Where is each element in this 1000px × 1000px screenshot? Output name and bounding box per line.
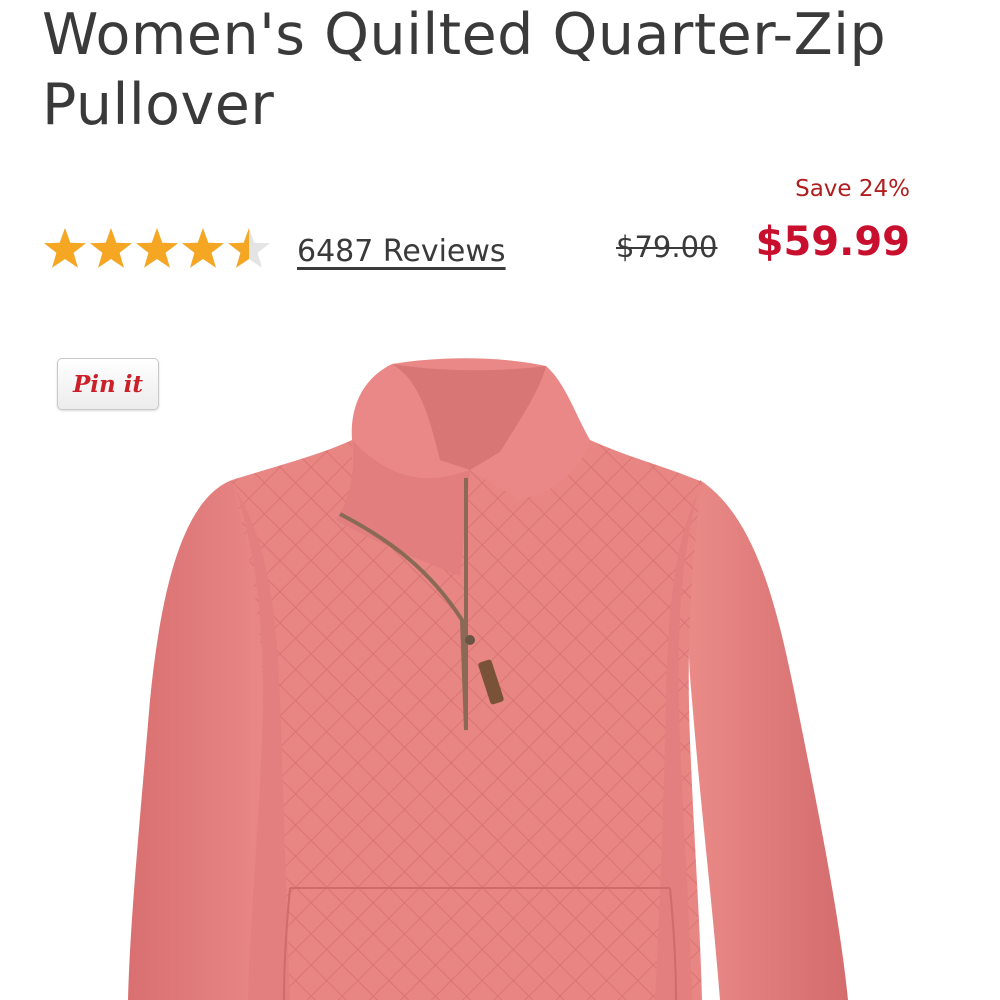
original-price: $79.00 xyxy=(616,230,718,264)
left-sleeve xyxy=(128,480,271,1000)
save-percent-label: Save 24% xyxy=(795,176,910,202)
star-full-icon xyxy=(136,228,178,268)
star-full-icon xyxy=(90,228,132,268)
sale-price: $59.99 xyxy=(755,219,910,265)
product-title: Women's Quilted Quarter-Zip Pullover xyxy=(42,2,887,138)
star-rating[interactable] xyxy=(42,222,272,278)
pin-it-button[interactable]: Pin it xyxy=(57,358,159,410)
reviews-link[interactable]: 6487 Reviews xyxy=(297,234,506,269)
star-full-icon xyxy=(44,228,86,268)
star-full-icon xyxy=(182,228,224,268)
right-sleeve xyxy=(688,480,848,1000)
